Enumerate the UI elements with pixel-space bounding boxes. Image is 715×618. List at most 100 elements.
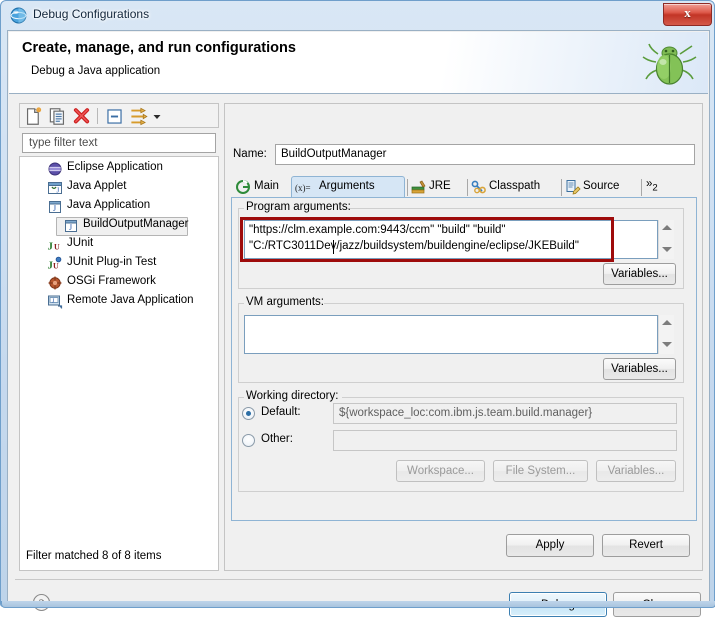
window-title: Debug Configurations <box>33 7 150 21</box>
program-arguments-line: "C:/RTC3011Dev/jazz/buildsystem/buildeng… <box>249 240 579 252</box>
remote-java-icon: J <box>48 295 63 309</box>
new-document-icon[interactable] <box>24 107 43 126</box>
debug-configurations-window: Debug Configurations x Create, manage, a… <box>0 0 715 617</box>
tab-source[interactable]: Source <box>565 176 639 198</box>
revert-button[interactable]: Revert <box>602 534 690 557</box>
scroll-down-icon[interactable] <box>662 247 672 252</box>
vm-arguments-input[interactable] <box>244 315 658 354</box>
tab-label: Arguments <box>319 180 375 192</box>
close-window-button[interactable]: x <box>663 3 712 26</box>
filter-status-text: Filter matched 8 of 8 items <box>26 550 162 562</box>
tab-strip: Main (x)= Arguments JRE Classpath Source… <box>231 176 697 198</box>
tree-item-java-application[interactable]: J Java Application <box>21 197 217 216</box>
red-x-delete-icon[interactable] <box>72 107 91 126</box>
tab-divider <box>407 179 408 196</box>
junit-icon: J U <box>48 241 61 253</box>
dialog-header: Create, manage, and run configurations D… <box>9 32 708 94</box>
vm-arguments-scrollbar[interactable] <box>658 315 674 354</box>
tree-item-junit[interactable]: J U JUnit <box>21 235 217 254</box>
tree-item-java-applet[interactable]: J Java Applet <box>21 178 217 197</box>
source-icon <box>566 180 581 195</box>
program-arguments-input[interactable]: "https://clm.example.com:9443/ccm" "buil… <box>244 220 658 259</box>
program-arguments-label: Program arguments: <box>246 201 351 213</box>
tree-item-label: JUnit <box>67 237 94 249</box>
tree-item-label: JUnit Plug-in Test <box>67 256 157 268</box>
default-radio-label: Default: <box>261 406 301 418</box>
tree-item-osgi-framework[interactable]: OSGi Framework <box>21 273 217 292</box>
svg-text:J: J <box>48 241 54 253</box>
copy-pages-icon[interactable] <box>48 107 67 126</box>
text-caret <box>333 240 334 254</box>
scroll-down-icon[interactable] <box>662 342 672 347</box>
working-directory-variables-button[interactable]: Variables... <box>596 460 676 482</box>
program-arguments-variables-button[interactable]: Variables... <box>603 263 676 285</box>
tree-item-label: Remote Java Application <box>67 294 194 306</box>
tab-jre[interactable]: JRE <box>411 176 465 198</box>
chevron-down-icon[interactable] <box>151 107 163 126</box>
tab-label: Main <box>254 180 279 192</box>
tree-item-buildoutputmanager[interactable]: J BuildOutputManager <box>21 216 217 235</box>
page-title: Create, manage, and run configurations <box>22 40 296 56</box>
arguments-variable-icon: (x)= <box>295 183 311 193</box>
tree-item-label: Eclipse Application <box>67 161 163 173</box>
vm-arguments-label: VM arguments: <box>246 296 324 308</box>
eclipse-sphere-icon <box>48 162 62 176</box>
debug-perspective-icon <box>10 7 27 24</box>
filter-input[interactable]: type filter text <box>22 133 216 153</box>
tab-arguments[interactable]: (x)= Arguments <box>293 176 403 198</box>
scroll-up-icon[interactable] <box>662 225 672 230</box>
vm-arguments-variables-button[interactable]: Variables... <box>603 358 676 380</box>
tree-item-junit-plugin-test[interactable]: J U JUnit Plug-in Test <box>21 254 217 273</box>
tree-item-label: OSGi Framework <box>67 275 156 287</box>
tab-divider <box>561 179 562 196</box>
green-bug-icon <box>642 43 697 85</box>
classpath-icon <box>471 180 486 194</box>
working-directory-default-radio[interactable] <box>242 407 255 420</box>
working-directory-label: Working directory: <box>246 390 339 402</box>
launch-configurations-tree[interactable]: Eclipse Application J Java Applet J Java… <box>19 156 219 571</box>
tab-label: Classpath <box>489 180 541 192</box>
svg-text:U: U <box>53 262 59 271</box>
dialog-client-area: Create, manage, and run configurations D… <box>7 30 710 617</box>
tree-item-eclipse-application[interactable]: Eclipse Application <box>21 159 217 178</box>
footer-separator <box>15 579 702 580</box>
svg-text:(x)=: (x)= <box>295 183 311 193</box>
svg-text:U: U <box>54 243 60 252</box>
program-arguments-line: "https://clm.example.com:9443/ccm" "buil… <box>249 224 506 236</box>
svg-text:J: J <box>53 204 56 213</box>
program-arguments-scrollbar[interactable] <box>658 220 674 259</box>
close-icon: x <box>684 5 691 20</box>
toolbar-divider <box>97 108 98 124</box>
java-applet-icon: J <box>48 182 62 195</box>
tree-item-remote-java-application[interactable]: J Remote Java Application <box>21 292 217 311</box>
page-subtitle: Debug a Java application <box>31 65 161 77</box>
tree-toolbar <box>19 103 219 128</box>
workspace-button[interactable]: Workspace... <box>396 460 485 482</box>
tab-main[interactable]: Main <box>233 176 291 198</box>
java-application-icon: J <box>49 201 61 213</box>
apply-button[interactable]: Apply <box>506 534 594 557</box>
file-system-button[interactable]: File System... <box>493 460 588 482</box>
osgi-icon <box>48 276 62 290</box>
scroll-up-icon[interactable] <box>662 320 672 325</box>
arguments-tab-body: Program arguments: "https://clm.example.… <box>231 197 697 521</box>
tab-label: Source <box>583 180 620 192</box>
tree-item-label: BuildOutputManager <box>83 218 189 230</box>
jre-books-icon <box>411 180 426 194</box>
working-directory-other-radio[interactable] <box>242 434 255 447</box>
filter-arrows-icon[interactable] <box>129 107 148 126</box>
collapse-all-icon[interactable] <box>105 107 124 126</box>
junit-plugin-icon: J U <box>48 256 62 272</box>
launch-configurations-panel: type filter text Eclipse Application J J… <box>19 103 219 571</box>
tab-classpath[interactable]: Classpath <box>471 176 559 198</box>
java-application-icon: J <box>65 220 77 232</box>
default-path-text: ${workspace_loc:com.ibm.js.team.build.ma… <box>339 407 593 419</box>
working-directory-default-value: ${workspace_loc:com.ibm.js.team.build.ma… <box>333 403 677 424</box>
tab-overflow-count: 2 <box>652 182 658 194</box>
title-bar: Debug Configurations x <box>1 1 715 31</box>
filter-placeholder: type filter text <box>29 137 98 149</box>
working-directory-other-value[interactable] <box>333 430 677 451</box>
tab-divider <box>641 179 642 196</box>
tab-overflow-indicator[interactable]: »2 <box>646 178 658 193</box>
name-input[interactable]: BuildOutputManager <box>275 144 695 165</box>
